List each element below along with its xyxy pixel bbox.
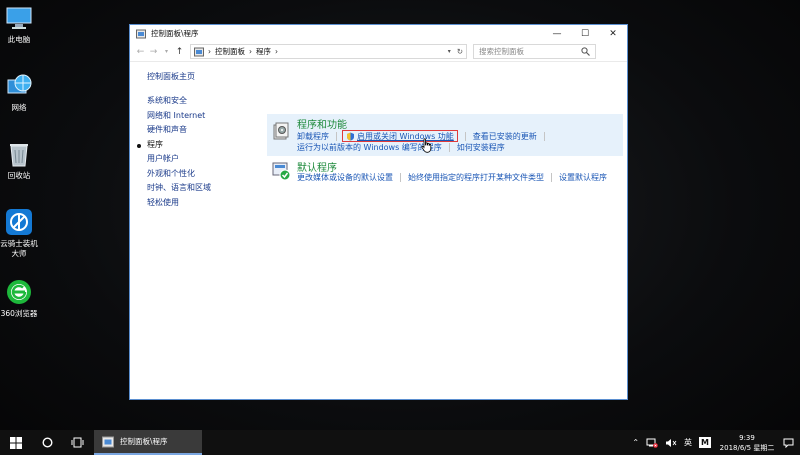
yunqishi-logo-icon	[6, 209, 32, 235]
windows-features-link-highlight[interactable]: 启用或关闭 Windows 功能	[342, 130, 458, 142]
link-separator	[448, 143, 450, 152]
change-media-defaults-link[interactable]: 更改媒体或设备的默认设置	[297, 172, 393, 183]
installed-updates-link[interactable]: 查看已安装的更新	[473, 131, 537, 142]
defaults-links-row: 更改媒体或设备的默认设置 始终使用指定的程序打开某种文件类型 设置默认程序	[297, 172, 607, 183]
recent-chevron-down-icon[interactable]: ▾	[160, 48, 173, 55]
address-dropdown-chevron-icon[interactable]: ▾	[448, 48, 451, 55]
search-placeholder: 搜索控制面板	[479, 47, 524, 56]
file-type-association-link[interactable]: 始终使用指定的程序打开某种文件类型	[408, 172, 544, 183]
up-arrow-icon[interactable]: ↑	[173, 47, 186, 57]
desktop-icon-yunqishi[interactable]: 云骑士装机 大师	[0, 208, 38, 259]
desktop-icon-network[interactable]: 网络	[0, 72, 38, 113]
task-view-icon	[71, 437, 83, 448]
default-programs-section: 默认程序 更改媒体或设备的默认设置 始终使用指定的程序打开某种文件类型 设置默认…	[267, 157, 623, 187]
start-button[interactable]	[0, 430, 32, 455]
minimize-button[interactable]: —	[543, 25, 571, 42]
recycle-bin-icon	[10, 144, 28, 167]
breadcrumb-control-panel[interactable]: 控制面板	[215, 46, 245, 57]
taskbar-app-label: 控制面板\程序	[120, 437, 168, 446]
programs-features-icon	[273, 122, 289, 140]
nav-user-accounts[interactable]: 用户帐户	[147, 152, 257, 167]
title-bar[interactable]: 控制面板\程序 — ☐ ✕	[130, 25, 627, 42]
address-bar: ← → ▾ ↑ › 控制面板 › 程序 › ▾ ↻ 搜索控制面板	[130, 42, 627, 62]
desktop-icon-360-browser[interactable]: 360浏览器	[0, 278, 38, 319]
cortana-search-button[interactable]	[32, 430, 62, 455]
programs-features-title[interactable]: 程序和功能	[297, 116, 347, 131]
windows-features-link[interactable]: 启用或关闭 Windows 功能	[357, 131, 454, 142]
window-title: 控制面板\程序	[151, 29, 199, 38]
search-input[interactable]: 搜索控制面板	[473, 44, 596, 59]
close-button[interactable]: ✕	[599, 25, 627, 42]
action-center-icon[interactable]	[783, 438, 794, 448]
network-disconnected-icon[interactable]	[646, 438, 658, 448]
hand-cursor-icon	[421, 138, 432, 153]
nav-programs: 程序	[137, 138, 257, 153]
uac-shield-icon	[347, 132, 354, 141]
clock-time: 9:39	[739, 433, 755, 442]
uninstall-program-link[interactable]: 卸载程序	[297, 131, 329, 142]
desktop-icon-label: 云骑士装机 大师	[0, 239, 38, 258]
link-separator	[400, 173, 401, 182]
search-icon[interactable]	[581, 47, 590, 56]
desktop-icon-label: 此电脑	[7, 35, 31, 44]
desktop-icon-label: 360浏览器	[0, 309, 38, 318]
clock[interactable]: 9:39 2018/6/5 星期二	[718, 433, 776, 453]
nav-system-security[interactable]: 系统和安全	[147, 94, 257, 109]
link-separator	[464, 131, 466, 141]
system-tray: ⌃ 英 M 9:39 2018/6/5 星期二	[632, 433, 800, 453]
control-panel-icon	[136, 29, 146, 38]
taskbar: 控制面板\程序 ⌃ 英 M 9:39 2018/6/5 星期二	[0, 430, 800, 455]
nav-ease-of-access[interactable]: 轻松使用	[147, 196, 257, 211]
back-arrow-icon[interactable]: ←	[134, 47, 147, 57]
clock-date: 2018/6/5 星期二	[719, 443, 775, 452]
control-panel-taskbar-icon	[102, 436, 114, 447]
control-panel-small-icon	[194, 47, 204, 56]
tray-overflow-chevron-icon[interactable]: ⌃	[632, 438, 639, 447]
link-separator	[543, 131, 545, 141]
default-programs-icon	[272, 162, 291, 181]
programs-features-section: 程序和功能 卸载程序 启用或关闭 Windows 功能 查看已安装的更新 运行为…	[267, 114, 623, 156]
address-field[interactable]: › 控制面板 › 程序 › ▾ ↻	[190, 44, 467, 59]
control-panel-window: 控制面板\程序 — ☐ ✕ ← → ▾ ↑ › 控制面板 › 程序 › ▾ ↻ …	[129, 24, 628, 400]
360-browser-icon	[7, 280, 31, 304]
ime-mode-m-icon[interactable]: M	[699, 437, 711, 448]
volume-muted-icon[interactable]	[665, 438, 677, 448]
link-separator	[336, 131, 337, 141]
desktop-icon-label: 网络	[11, 103, 27, 112]
task-view-button[interactable]	[62, 430, 92, 455]
breadcrumb-separator-icon: ›	[208, 47, 211, 56]
breadcrumb-programs[interactable]: 程序	[256, 46, 271, 57]
nav-network-internet[interactable]: 网络和 Internet	[147, 109, 257, 124]
computer-icon	[6, 7, 32, 29]
windows-logo-icon	[10, 436, 22, 449]
set-default-programs-link[interactable]: 设置默认程序	[559, 172, 607, 183]
left-navigation: 控制面板主页 系统和安全 网络和 Internet 硬件和声音 程序 用户帐户 …	[137, 71, 257, 211]
nav-appearance[interactable]: 外观和个性化	[147, 167, 257, 182]
desktop-icon-this-pc[interactable]: 此电脑	[0, 4, 38, 45]
desktop-icon-label: 回收站	[7, 171, 31, 180]
forward-arrow-icon[interactable]: →	[147, 47, 160, 57]
cortana-circle-icon	[41, 437, 53, 448]
refresh-icon[interactable]: ↻	[457, 47, 463, 56]
ime-indicator[interactable]: 英	[684, 437, 692, 448]
breadcrumb-separator-icon: ›	[249, 47, 252, 56]
content-area: 控制面板主页 系统和安全 网络和 Internet 硬件和声音 程序 用户帐户 …	[130, 62, 627, 399]
programs-links-row-2: 运行为以前版本的 Windows 编写的程序 如何安装程序	[297, 142, 505, 153]
nav-clock-region[interactable]: 时钟、语言和区域	[147, 181, 257, 196]
taskbar-app-control-panel[interactable]: 控制面板\程序	[94, 430, 202, 455]
how-to-install-link[interactable]: 如何安装程序	[457, 142, 505, 153]
nav-control-panel-home[interactable]: 控制面板主页	[147, 71, 257, 82]
network-globe-icon	[7, 74, 32, 94]
link-separator	[551, 173, 552, 182]
breadcrumb-separator-icon: ›	[275, 47, 278, 56]
desktop-icon-recycle-bin[interactable]: 回收站	[0, 140, 38, 181]
maximize-button[interactable]: ☐	[571, 25, 599, 42]
nav-hardware-sound[interactable]: 硬件和声音	[147, 123, 257, 138]
